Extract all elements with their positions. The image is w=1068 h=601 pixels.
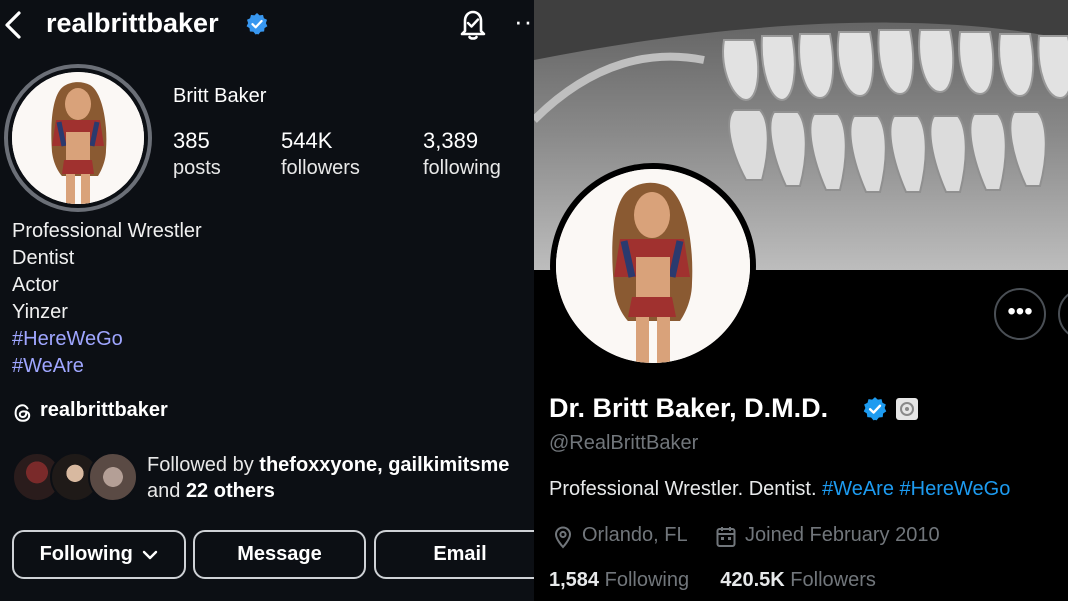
hashtag-link[interactable]: #WeAre (12, 353, 202, 380)
followers-label: Followers (790, 569, 876, 591)
stat-posts-label: posts (173, 157, 221, 179)
following-button[interactable]: Following (12, 530, 186, 579)
followed-by-others: 22 others (185, 480, 275, 502)
follow-counts: 1,584 Following 420.5K Followers (549, 569, 876, 592)
stat-following-value: 3,389 (423, 128, 479, 153)
hashtag-link[interactable]: #HereWeGo (900, 478, 1011, 500)
avatar (88, 452, 138, 502)
mutual-followers-avatars[interactable] (12, 452, 138, 504)
avatar-photo (556, 169, 750, 363)
message-button-label: Message (237, 543, 322, 565)
followed-by-prefix: Followed by (147, 454, 260, 476)
calendar-icon (716, 527, 736, 547)
following-label: Following (604, 569, 690, 591)
chevron-down-icon (143, 550, 158, 559)
back-arrow-icon[interactable] (2, 8, 24, 42)
following-button-label: Following (39, 543, 133, 565)
avatar[interactable] (12, 72, 144, 204)
profile-handle: realbrittbaker (46, 8, 219, 38)
affiliate-badge-icon[interactable] (896, 398, 918, 420)
following-count: 1,584 (549, 569, 600, 591)
more-options-icon: ••• (1007, 298, 1033, 325)
instagram-profile-panel: realbrittbaker ··· Britt Baker 385 posts (0, 0, 534, 601)
avatar-photo (12, 72, 144, 204)
following-link[interactable]: 1,584 Following (549, 569, 689, 591)
message-button[interactable]: Message (193, 530, 366, 579)
stat-followers-value: 544K (281, 128, 333, 153)
notification-bell-icon[interactable] (456, 6, 490, 42)
bio-line: Professional Wrestler (12, 220, 202, 242)
bio: Professional Wrestler. Dentist. #WeAre #… (549, 478, 1010, 501)
secondary-action-button[interactable] (1058, 288, 1068, 340)
bio-line: Yinzer (12, 301, 68, 323)
location-pin-icon (554, 526, 572, 549)
followers-link[interactable]: 420.5K Followers (720, 569, 876, 591)
more-options-icon[interactable]: ··· (514, 6, 534, 37)
email-button-label: Email (433, 543, 487, 565)
verified-badge-icon[interactable] (862, 396, 888, 422)
display-name: Britt Baker (173, 85, 267, 107)
twitter-profile-panel: ••• Dr. Britt Baker, D.M.D. @RealBrittBa… (534, 0, 1068, 601)
hashtag-link[interactable]: #HereWeGo (12, 326, 202, 353)
instagram-top-bar: realbrittbaker ··· (0, 0, 534, 50)
followers-count: 420.5K (720, 569, 785, 591)
profile-handle: @RealBrittBaker (549, 432, 699, 454)
bio-text: Professional Wrestler. Dentist. (549, 478, 823, 500)
bio-line: Dentist (12, 247, 75, 269)
stat-posts-value: 385 (173, 128, 210, 153)
more-options-button[interactable]: ••• (994, 288, 1046, 340)
stat-followers[interactable]: 544K followers (281, 127, 360, 181)
threads-handle: realbrittbaker (40, 399, 168, 421)
hashtag-link[interactable]: #WeAre (822, 478, 894, 500)
joined-date-text: Joined February 2010 (745, 524, 940, 546)
followed-by-and: and (147, 480, 186, 502)
bio-line: Actor (12, 274, 59, 296)
threads-icon (14, 404, 31, 422)
display-name: Dr. Britt Baker, D.M.D. (549, 393, 829, 423)
email-button[interactable]: Email (374, 530, 534, 579)
followed-by-names: thefoxxyone, gailkimitsme (259, 454, 510, 476)
stat-posts[interactable]: 385 posts (173, 127, 221, 181)
stat-following[interactable]: 3,389 following (423, 127, 501, 181)
location-text: Orlando, FL (582, 524, 688, 546)
avatar[interactable] (556, 169, 750, 363)
stat-following-label: following (423, 157, 501, 179)
verified-badge-icon (246, 13, 268, 35)
stat-followers-label: followers (281, 157, 360, 179)
followed-by-text[interactable]: Followed by thefoxxyone, gailkimitsme an… (147, 452, 509, 504)
bio: Professional Wrestler Dentist Actor Yinz… (12, 218, 202, 380)
